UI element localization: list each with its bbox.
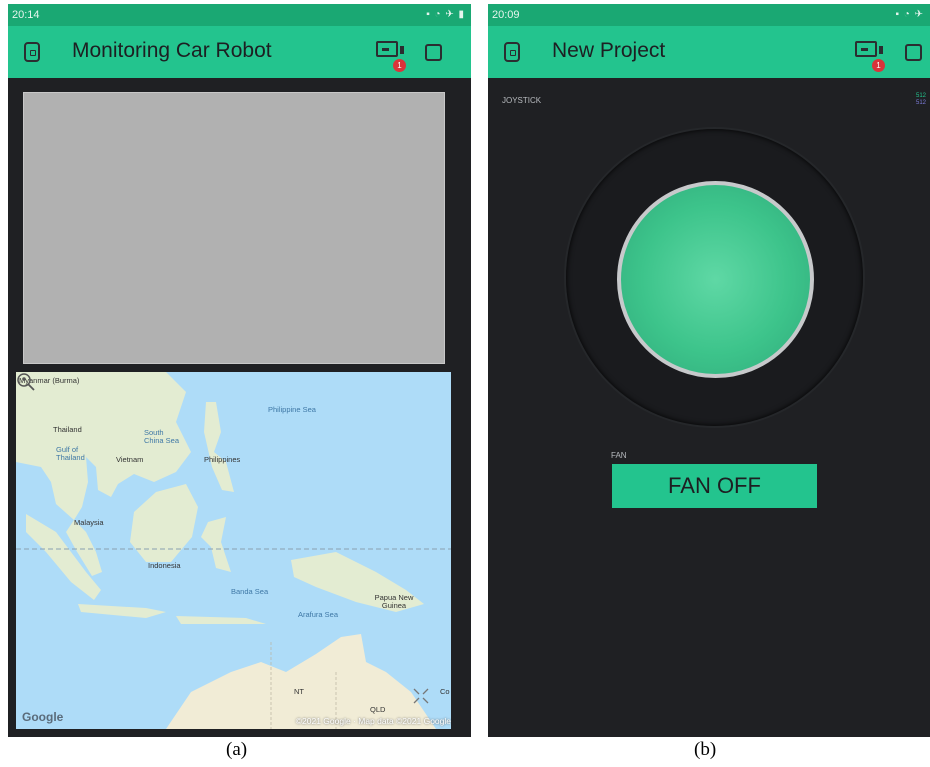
phone-screen-a: 20:14 ▪ ◔ ✈ ▮ Monitoring Car Robot 1 Mya… [8, 4, 471, 737]
status-bar: 20:09 ▪ ◔ ✈ [488, 4, 930, 26]
map-label-philippines: Philippines [204, 455, 241, 464]
joystick-label: JOYSTICK [502, 96, 542, 105]
map-copyright: ©2021 Google · Map data ©2021 Google [295, 716, 451, 726]
joystick-y-value: 512 [915, 100, 926, 106]
device-icon[interactable] [855, 41, 883, 57]
map-label-philippine-sea: Philippine Sea [268, 405, 316, 414]
video-stream-widget[interactable] [23, 92, 445, 364]
system-icons: ▪ ◔ ✈ [895, 9, 924, 20]
notification-badge: 1 [872, 59, 885, 72]
map-label-banda-sea: Banda Sea [231, 587, 269, 596]
fan-label: FAN [611, 451, 627, 460]
back-icon[interactable] [504, 42, 520, 62]
fan-toggle-button[interactable]: FAN OFF [612, 464, 817, 508]
map-location-icon[interactable] [16, 372, 36, 392]
map-label-co: Co [440, 687, 450, 696]
phone-screen-b: 20:09 ▪ ◔ ✈ New Project 1 JOYSTICK 512 5… [488, 4, 930, 737]
device-icon[interactable] [376, 41, 404, 57]
map-label-malaysia: Malaysia [74, 518, 104, 527]
joystick-knob[interactable] [617, 181, 814, 378]
map-label-thailand: Thailand [53, 425, 82, 434]
app-bar: Monitoring Car Robot 1 [8, 26, 471, 78]
map-label-arafura-sea: Arafura Sea [298, 610, 339, 619]
status-bar: 20:14 ▪ ◔ ✈ ▮ [8, 4, 471, 26]
joystick-x-value: 512 [915, 93, 926, 99]
status-time: 20:14 [12, 9, 40, 21]
google-logo: Google [22, 710, 64, 724]
caption-a: (a) [226, 739, 248, 760]
map-label-nt: NT [294, 687, 304, 696]
status-time: 20:09 [492, 9, 520, 21]
caption-b: (b) [694, 739, 717, 760]
project-title: New Project [552, 39, 666, 62]
play-mode-icon[interactable] [425, 44, 442, 61]
fullscreen-icon[interactable] [412, 687, 430, 705]
app-bar: New Project 1 [488, 26, 930, 78]
project-title: Monitoring Car Robot [72, 39, 272, 62]
map-label-papua-new-guinea: Papua New Guinea [374, 593, 414, 610]
system-icons: ▪ ◔ ✈ ▮ [426, 9, 465, 20]
joystick-values: 512 512 [916, 93, 926, 107]
map-label-gulf-of-thailand: Gulf of Thailand [56, 445, 85, 462]
map-widget[interactable]: Myanmar (Burma) Thailand South China Sea… [16, 372, 451, 729]
map-label-south-china-sea: South China Sea [144, 428, 180, 445]
map-label-indonesia: Indonesia [148, 561, 181, 570]
map-label-vietnam: Vietnam [116, 455, 144, 464]
back-icon[interactable] [24, 42, 40, 62]
notification-badge: 1 [393, 59, 406, 72]
play-mode-icon[interactable] [905, 44, 922, 61]
map-label-qld: QLD [370, 705, 386, 714]
